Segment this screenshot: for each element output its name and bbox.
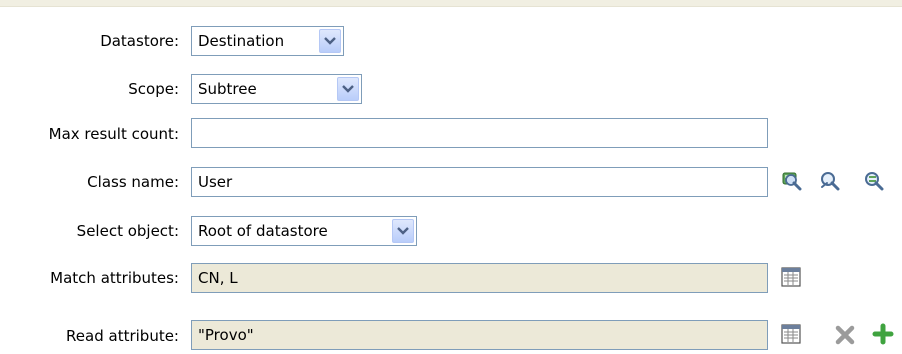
list-editor-icon[interactable]	[780, 323, 802, 345]
delete-icon[interactable]	[834, 324, 856, 346]
datastore-select[interactable]: Destination	[191, 26, 344, 56]
select-object-select[interactable]: Root of datastore	[191, 216, 417, 246]
max-result-count-field[interactable]	[191, 118, 768, 148]
select-class-icon[interactable]	[862, 170, 884, 192]
match-attributes-label: Match attributes:	[50, 269, 179, 287]
chevron-down-icon[interactable]	[337, 77, 359, 101]
find-class-icon[interactable]	[818, 170, 840, 192]
list-editor-icon[interactable]	[780, 266, 802, 288]
query-form-panel: Datastore: Destination Scope: Subtree Ma…	[0, 0, 902, 354]
browse-schema-icon[interactable]	[780, 170, 802, 192]
chevron-down-icon[interactable]	[319, 29, 341, 53]
class-name-value: User	[198, 173, 233, 191]
scope-select[interactable]: Subtree	[191, 74, 362, 104]
datastore-label: Datastore:	[100, 32, 179, 50]
top-divider	[0, 0, 902, 7]
class-name-field[interactable]: User	[191, 167, 768, 197]
chevron-down-icon[interactable]	[392, 219, 414, 243]
scope-label: Scope:	[128, 80, 179, 98]
match-attributes-field[interactable]: CN, L	[191, 263, 768, 293]
read-attribute-field[interactable]: "Provo"	[191, 320, 768, 350]
datastore-select-value: Destination	[198, 32, 285, 50]
max-result-count-input[interactable]	[196, 120, 739, 146]
add-icon[interactable]	[872, 323, 894, 345]
class-name-label: Class name:	[87, 173, 179, 191]
select-object-value: Root of datastore	[198, 222, 328, 240]
match-attributes-value: CN, L	[198, 269, 238, 287]
read-attribute-label: Read attribute:	[66, 327, 179, 345]
scope-select-value: Subtree	[198, 80, 257, 98]
select-object-label: Select object:	[76, 222, 179, 240]
read-attribute-value: "Provo"	[198, 326, 254, 344]
max-result-count-label: Max result count:	[48, 125, 179, 143]
